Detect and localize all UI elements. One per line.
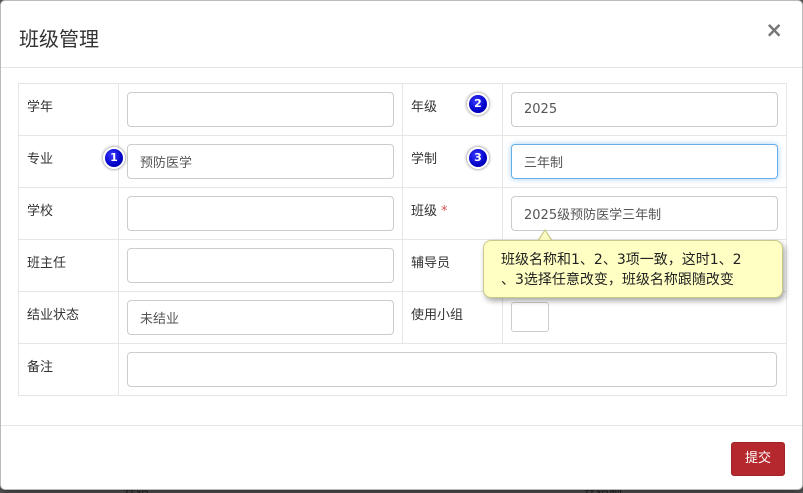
annotation-badge-3: 3 <box>467 147 489 169</box>
close-icon[interactable]: × <box>765 20 783 41</box>
label-remark: 备注 <box>18 343 119 396</box>
callout-line-2: 、3选择任意改变，班级名称跟随改变 <box>501 272 734 288</box>
class-management-dialog: 班级管理 × 学年 年级 专业 学制 学校 班级* 班主任 辅导员 <box>0 0 803 490</box>
grade-input[interactable] <box>511 92 778 127</box>
school-year-input[interactable] <box>127 92 394 127</box>
dialog-footer: 提交 <box>1 425 802 489</box>
submit-button[interactable]: 提交 <box>731 442 785 476</box>
major-input[interactable] <box>127 144 394 179</box>
required-marker: * <box>441 204 448 219</box>
dialog-title: 班级管理 <box>19 27 99 51</box>
annotation-badge-1: 1 <box>103 147 125 169</box>
school-input[interactable] <box>127 196 394 231</box>
head-teacher-input[interactable] <box>127 248 394 283</box>
label-use-groups: 使用小组 <box>402 291 503 344</box>
class-name-input[interactable] <box>511 196 778 231</box>
annotation-badge-2: 2 <box>467 93 489 115</box>
label-head-teacher: 班主任 <box>18 239 119 292</box>
use-groups-checkbox[interactable] <box>511 302 549 332</box>
program-length-input[interactable] <box>511 144 778 179</box>
label-class: 班级 * <box>402 187 503 240</box>
form-row-school: 学校 班级 * <box>18 187 787 240</box>
callout-line-1: 班级名称和1、2、3项一致，这时1、2 <box>501 252 742 268</box>
dialog-header: 班级管理 × <box>1 1 802 68</box>
form-row-completion: 结业状态 使用小组 <box>18 291 787 344</box>
completion-status-input[interactable] <box>127 300 394 335</box>
annotation-callout: 班级名称和1、2、3项一致，这时1、2 、3选择任意改变，班级名称跟随改变 <box>483 240 783 298</box>
label-completion-status: 结业状态 <box>18 291 119 344</box>
label-school-year: 学年 <box>18 83 119 136</box>
remark-input[interactable] <box>127 352 777 387</box>
form-row-school-year: 学年 年级 <box>18 83 787 136</box>
label-school: 学校 <box>18 187 119 240</box>
form-row-remark: 备注 <box>18 343 787 396</box>
label-class-text: 班级 <box>411 204 438 219</box>
form-row-major: 专业 学制 <box>18 135 787 188</box>
